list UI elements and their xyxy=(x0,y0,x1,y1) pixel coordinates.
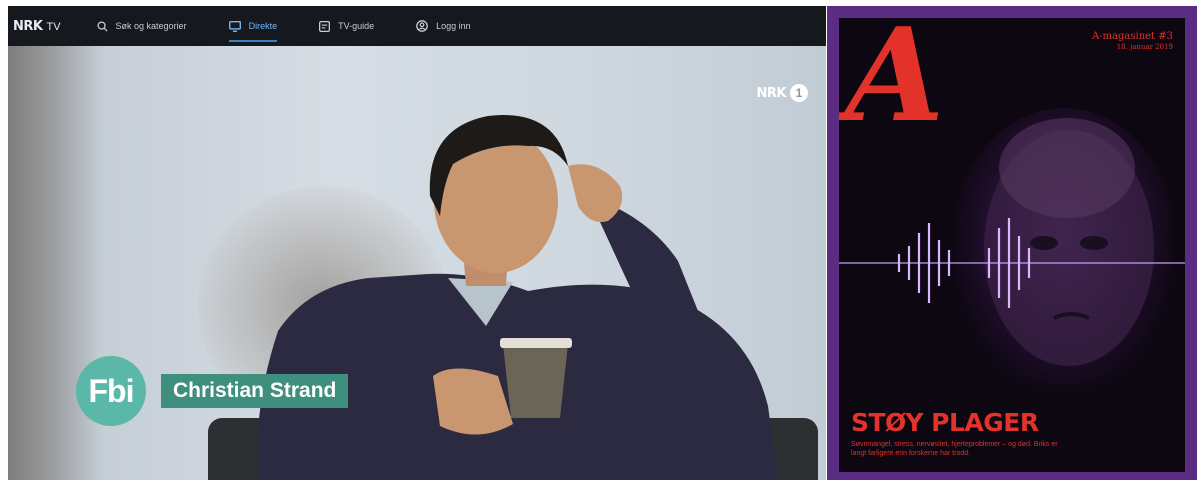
name-caption: Christian Strand xyxy=(161,374,349,408)
tv-icon xyxy=(228,20,241,32)
issue-info: A-magasinet #3 18. januar 2019 xyxy=(1092,30,1173,52)
nav-login-label: Logg inn xyxy=(436,21,471,31)
nav-login[interactable]: Logg inn xyxy=(416,6,471,46)
issue-date: 18. januar 2019 xyxy=(1116,43,1173,51)
magazine-cover: A A-magasinet #3 18. januar 2019 STØY PL… xyxy=(827,6,1197,480)
video-frame[interactable]: NRK 1 Fbi Christian Strand xyxy=(8,46,826,480)
search-icon xyxy=(96,20,108,32)
nav-tv-guide[interactable]: TV-guide xyxy=(319,6,374,46)
nav-search[interactable]: Søk og kategorier xyxy=(96,6,187,46)
logo-product: TV xyxy=(46,20,61,33)
nav-tv-guide-label: TV-guide xyxy=(338,21,375,31)
nav-search-label: Søk og kategorier xyxy=(115,21,187,31)
guide-icon xyxy=(319,20,331,32)
top-navigation-bar: NRK TV Søk og kategorier Direkte TV-guid… xyxy=(8,6,826,46)
logo-brand: NRK xyxy=(13,18,43,34)
nav-direkte[interactable]: Direkte xyxy=(228,6,278,46)
nrk-tv-player: NRK TV Søk og kategorier Direkte TV-guid… xyxy=(8,6,826,480)
issue-number: A-magasinet #3 xyxy=(1091,31,1173,42)
cover-artwork: A A-magasinet #3 18. januar 2019 STØY PL… xyxy=(839,18,1185,472)
cover-headline: STØY PLAGER xyxy=(851,408,1039,437)
nrk-tv-logo[interactable]: NRK TV xyxy=(13,19,61,34)
nav-direkte-label: Direkte xyxy=(248,21,278,31)
cover-subtitle: Søvnmangel, stress, nervøsitet, hjertepr… xyxy=(851,441,1058,458)
fbi-program-badge: Fbi xyxy=(76,356,146,426)
a-magasinet-logo: A xyxy=(845,18,945,151)
user-icon xyxy=(416,20,428,32)
